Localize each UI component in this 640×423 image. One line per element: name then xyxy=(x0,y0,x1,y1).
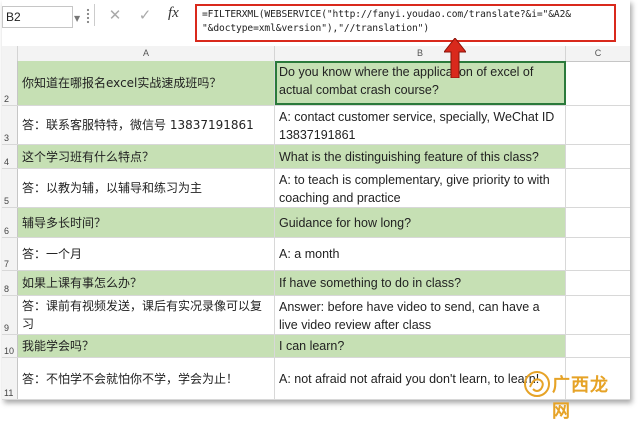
column-header-a[interactable]: A xyxy=(18,46,275,61)
row-header[interactable]: 3 xyxy=(2,106,18,144)
table-row: 7 答：一个月 A: a month xyxy=(2,238,630,271)
table-row: 10 我能学会吗？ I can learn? xyxy=(2,335,630,358)
cell-b[interactable]: I can learn? xyxy=(275,335,566,357)
formula-line-1: =FILTERXML(WEBSERVICE("http://fanyi.youd… xyxy=(202,9,571,20)
row-header[interactable]: 9 xyxy=(2,296,18,334)
cell-b[interactable]: Do you know where the application of exc… xyxy=(275,61,566,105)
divider xyxy=(94,4,95,26)
cell-a[interactable]: 答：课前有视频发送，课后有实况录像可以复习 xyxy=(18,296,275,334)
cell-a[interactable]: 答：不怕学不会就怕你不学，学会为止！ xyxy=(18,358,275,399)
cell-c[interactable] xyxy=(566,271,630,295)
table-row: 6 辅导多长时间？ Guidance for how long? xyxy=(2,208,630,238)
drag-handle-icon[interactable] xyxy=(86,8,90,24)
cell-a[interactable]: 我能学会吗？ xyxy=(18,335,275,357)
cell-a[interactable]: 答：以教为辅，以辅导和练习为主 xyxy=(18,169,275,207)
cell-b[interactable]: A: to teach is complementary, give prior… xyxy=(275,169,566,207)
row-header[interactable]: 2 xyxy=(2,61,18,105)
formula-line-2: "&doctype=xml&version"),"//translation") xyxy=(202,23,430,34)
row-header[interactable]: 10 xyxy=(2,335,18,357)
cell-c[interactable] xyxy=(566,106,630,144)
table-row: 8 如果上课有事怎么办？ If have something to do in … xyxy=(2,271,630,296)
cell-c[interactable] xyxy=(566,61,630,105)
insert-function-button[interactable]: fx xyxy=(168,5,179,22)
table-row: 5 答：以教为辅，以辅导和练习为主 A: to teach is complem… xyxy=(2,169,630,208)
table-row: 3 答：联系客服特特，微信号 13837191861 A: contact cu… xyxy=(2,106,630,145)
cell-a[interactable]: 答：联系客服特特，微信号 13837191861 xyxy=(18,106,275,144)
cell-b[interactable]: If have something to do in class? xyxy=(275,271,566,295)
row-header[interactable]: 8 xyxy=(2,271,18,295)
cross-icon[interactable]: ✕ xyxy=(106,6,124,24)
cell-c[interactable] xyxy=(566,238,630,270)
cell-b[interactable]: A: a month xyxy=(275,238,566,270)
cell-c[interactable] xyxy=(566,296,630,334)
cell-b[interactable]: Answer: before have video to send, can h… xyxy=(275,296,566,334)
select-all-corner[interactable] xyxy=(2,46,18,61)
row-header[interactable]: 7 xyxy=(2,238,18,270)
cell-c[interactable] xyxy=(566,145,630,168)
row-header[interactable]: 5 xyxy=(2,169,18,207)
formula-bar: B2 ▼ ✕ ✓ fx =FILTERXML(WEBSERVICE("http:… xyxy=(2,0,630,47)
cell-a[interactable]: 你知道在哪报名excel实战速成班吗？ xyxy=(18,61,275,105)
cell-c[interactable] xyxy=(566,169,630,207)
dragon-logo-icon xyxy=(524,371,550,397)
cell-c[interactable] xyxy=(566,335,630,357)
row-header[interactable]: 11 xyxy=(2,358,18,399)
cell-a[interactable]: 如果上课有事怎么办？ xyxy=(18,271,275,295)
table-row: 4 这个学习班有什么特点？ What is the distinguishing… xyxy=(2,145,630,169)
cell-b[interactable]: A: not afraid not afraid you don't learn… xyxy=(275,358,566,399)
formula-input[interactable]: =FILTERXML(WEBSERVICE("http://fanyi.youd… xyxy=(195,4,616,42)
column-header-row: A B C xyxy=(2,46,630,62)
column-header-c[interactable]: C xyxy=(566,46,630,61)
watermark-text: 广西龙网 xyxy=(552,375,609,422)
row-header[interactable]: 6 xyxy=(2,208,18,237)
table-row: 9 答：课前有视频发送，课后有实况录像可以复习 Answer: before h… xyxy=(2,296,630,335)
check-icon[interactable]: ✓ xyxy=(136,6,154,24)
cell-b[interactable]: Guidance for how long? xyxy=(275,208,566,237)
cell-b[interactable]: A: contact customer service, specially, … xyxy=(275,106,566,144)
name-box[interactable]: B2 xyxy=(2,6,73,28)
cell-b[interactable]: What is the distinguishing feature of th… xyxy=(275,145,566,168)
cell-c[interactable] xyxy=(566,208,630,237)
cell-a[interactable]: 这个学习班有什么特点？ xyxy=(18,145,275,168)
watermark: 广西龙网 xyxy=(524,367,622,422)
cell-a[interactable]: 答：一个月 xyxy=(18,238,275,270)
column-header-b[interactable]: B xyxy=(275,46,566,61)
cell-a[interactable]: 辅导多长时间？ xyxy=(18,208,275,237)
excel-window: B2 ▼ ✕ ✓ fx =FILTERXML(WEBSERVICE("http:… xyxy=(2,0,630,400)
table-row: 2 你知道在哪报名excel实战速成班吗？ Do you know where … xyxy=(2,61,630,106)
row-header[interactable]: 4 xyxy=(2,145,18,168)
red-arrow-icon xyxy=(444,38,466,78)
name-box-dropdown-icon[interactable]: ▼ xyxy=(74,14,80,23)
